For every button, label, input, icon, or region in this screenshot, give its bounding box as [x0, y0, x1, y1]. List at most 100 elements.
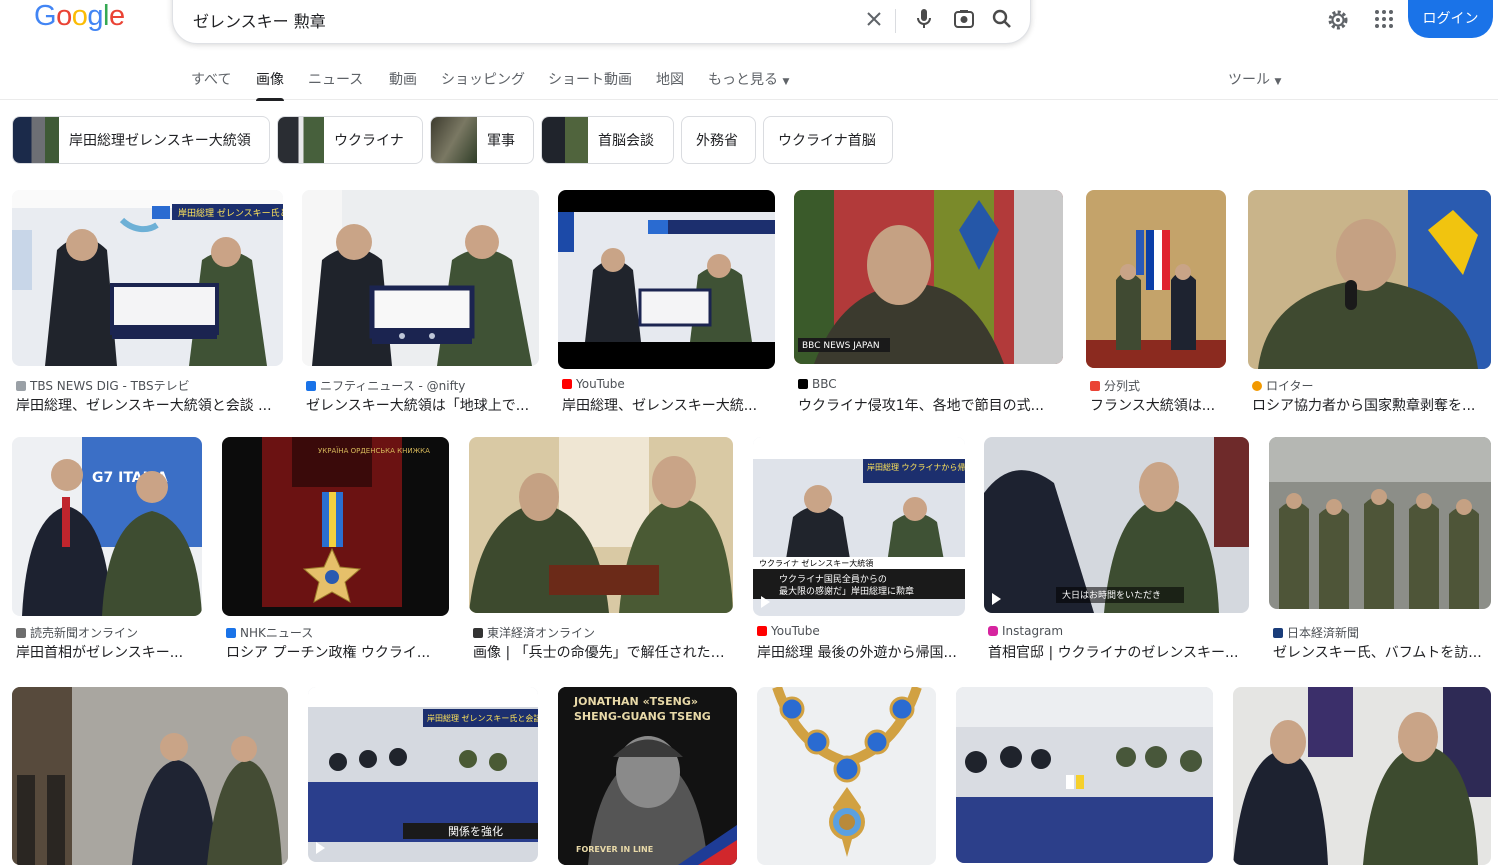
news-caption-sub1: ウクライナ ゼレンスキー大統領 [759, 558, 873, 568]
result-source[interactable]: 日本経済新聞 [1273, 624, 1359, 641]
camera-lens-icon[interactable] [951, 6, 977, 32]
result-title[interactable]: 岸田総理、ゼレンスキー大統領と会談 ... [16, 395, 282, 415]
result-source[interactable]: Instagram [988, 624, 1063, 638]
site-favicon-icon [473, 627, 483, 638]
result-image[interactable] [956, 687, 1213, 863]
result-title[interactable]: 岸田総理、ゼレンスキー大統... [562, 395, 774, 415]
result-source[interactable]: TBS NEWS DIG - TBSテレビ [16, 377, 190, 394]
tab-images[interactable]: 画像 [256, 69, 284, 101]
tab-news[interactable]: ニュース [308, 69, 363, 89]
news-caption-top: 岸田総理 ウクライナから帰国 [867, 462, 965, 472]
result-image[interactable] [1233, 687, 1491, 865]
result-image[interactable] [558, 190, 775, 369]
news-caption-top: 岸田総理 ゼレンスキー氏と会談 [427, 713, 538, 723]
chip-summit[interactable]: 首脳会談 [541, 116, 674, 164]
tab-more[interactable]: もっと見る ▼ [708, 69, 789, 89]
result-source[interactable]: 東洋経済オンライン [473, 624, 595, 641]
tab-shopping[interactable]: ショッピング [441, 69, 525, 89]
result-title[interactable]: 首相官邸 | ウクライナのゼレンスキー... [988, 642, 1246, 662]
source-label: 読売新聞オンライン [30, 626, 139, 640]
result-image[interactable]: 大日はお時間をいただき [984, 437, 1249, 613]
chip-label: 外務省 [696, 133, 738, 149]
search-divider [895, 9, 896, 33]
result-title[interactable]: フランス大統領は... [1090, 395, 1226, 415]
source-label: TBS NEWS DIG - TBSテレビ [30, 379, 190, 393]
chip-ukraine[interactable]: ウクライナ [277, 116, 423, 164]
result-image[interactable] [1248, 190, 1491, 369]
chip-mofa[interactable]: 外務省 [681, 116, 756, 164]
site-favicon-icon [16, 627, 26, 638]
play-icon [316, 842, 325, 854]
result-image[interactable] [302, 190, 539, 366]
result-image[interactable] [1269, 437, 1491, 609]
result-title[interactable]: ゼレンスキー大統領は「地球上で... [306, 395, 538, 415]
result-image[interactable]: 岸田総理 ゼレンスキー氏と会談 関係を強化 [308, 687, 538, 862]
tab-maps[interactable]: 地図 [656, 69, 684, 89]
result-image[interactable]: BBC NEWS JAPAN [794, 190, 1063, 364]
chip-thumbnail [13, 117, 59, 163]
header: Google ゼレンスキー 勲章 ログイン すべて 画像 ニュース 動画 ショッ… [0, 0, 1498, 101]
tools-button[interactable]: ツール ▼ [1228, 69, 1281, 89]
search-input[interactable]: ゼレンスキー 勲章 [193, 8, 326, 32]
result-image[interactable] [1086, 190, 1226, 368]
result-source[interactable]: ロイター [1252, 377, 1314, 394]
related-chips: 岸田総理ゼレンスキー大統領 ウクライナ 軍事 首脳会談 外務省 ウクライナ首脳 [0, 116, 1498, 164]
result-source[interactable]: BBC [798, 377, 837, 391]
mic-icon[interactable] [911, 6, 937, 32]
chip-kishida-zelensky[interactable]: 岸田総理ゼレンスキー大統領 [12, 116, 270, 164]
chip-thumbnail [278, 117, 324, 163]
chip-label: 軍事 [487, 133, 515, 149]
chip-ukraine-leader[interactable]: ウクライナ首脳 [763, 116, 893, 164]
result-title[interactable]: ウクライナ侵攻1年、各地で節目の式... [798, 395, 1062, 415]
result-title[interactable]: 岸田総理 最後の外遊から帰国... [757, 642, 964, 662]
search-box[interactable]: ゼレンスキー 勲章 [172, 0, 1031, 44]
result-title[interactable]: ロシア プーチン政権 ウクライ... [226, 642, 448, 662]
result-title[interactable]: ロシア協力者から国家勲章剥奪を... [1252, 395, 1490, 415]
apps-grid-icon[interactable] [1373, 8, 1395, 34]
result-title[interactable]: ゼレンスキー氏、バフムトを訪... [1273, 642, 1491, 662]
search-icon[interactable] [989, 6, 1015, 32]
site-favicon-icon [1273, 627, 1283, 638]
play-icon [992, 593, 1001, 605]
result-image[interactable]: G7 ITALIA [12, 437, 202, 616]
result-image[interactable] [469, 437, 733, 613]
google-logo[interactable]: Google [34, 0, 125, 33]
memorial-footer: FOREVER IN LINE [576, 845, 653, 854]
login-button[interactable]: ログイン [1408, 0, 1493, 38]
site-favicon-icon [306, 380, 316, 391]
source-label: ニフティニュース - @nifty [320, 379, 466, 393]
result-title[interactable]: 岸田首相がゼレンスキー... [16, 642, 202, 662]
result-source[interactable]: 分列式 [1090, 377, 1140, 394]
result-image[interactable] [757, 687, 936, 865]
result-image[interactable]: JONATHAN «TSENG» SHENG-GUANG TSENG FOREV… [558, 687, 737, 865]
result-source[interactable]: YouTube [562, 377, 625, 391]
chip-label: 岸田総理ゼレンスキー大統領 [69, 133, 251, 149]
site-favicon-icon [798, 379, 808, 389]
chip-military[interactable]: 軍事 [430, 116, 534, 164]
source-label: 東洋経済オンライン [487, 626, 596, 640]
chip-label: 首脳会談 [598, 133, 654, 149]
tools-label: ツール [1228, 72, 1270, 88]
clear-icon[interactable] [861, 6, 887, 32]
gear-icon[interactable] [1326, 8, 1350, 36]
chip-label: ウクライナ首脳 [778, 133, 876, 149]
tbs-caption: 岸田総理 ゼレンスキー氏と会談 [178, 207, 283, 219]
result-source[interactable]: ニフティニュース - @nifty [306, 377, 465, 394]
result-source[interactable]: YouTube [757, 624, 820, 638]
result-image[interactable]: 岸田総理 ウクライナから帰国 ウクライナ ゼレンスキー大統領 ウクライナ国民全員… [753, 437, 965, 616]
star-icon [1090, 380, 1100, 391]
result-title[interactable]: 画像 | 「兵士の命優先」で解任されたウ... [473, 642, 731, 662]
result-image[interactable] [12, 687, 288, 865]
source-label: BBC [812, 377, 837, 391]
source-label: YouTube [576, 377, 625, 391]
result-source[interactable]: 読売新聞オンライン [16, 624, 138, 641]
medal-book-text: УКРАЇНА ОРДЕНСЬКА КНИЖКА [318, 446, 430, 455]
tab-short-videos[interactable]: ショート動画 [548, 69, 632, 89]
tab-all[interactable]: すべて [191, 69, 231, 89]
result-image[interactable]: 岸田総理 ゼレンスキー氏と会談 [12, 190, 283, 366]
tab-videos[interactable]: 動画 [389, 69, 417, 89]
chip-thumbnail [431, 117, 477, 163]
result-source[interactable]: NHKニュース [226, 624, 313, 641]
result-image[interactable]: УКРАЇНА ОРДЕНСЬКА КНИЖКА [222, 437, 449, 616]
search-tabs: すべて 画像 ニュース 動画 ショッピング ショート動画 地図 もっと見る ▼ … [0, 60, 1498, 101]
